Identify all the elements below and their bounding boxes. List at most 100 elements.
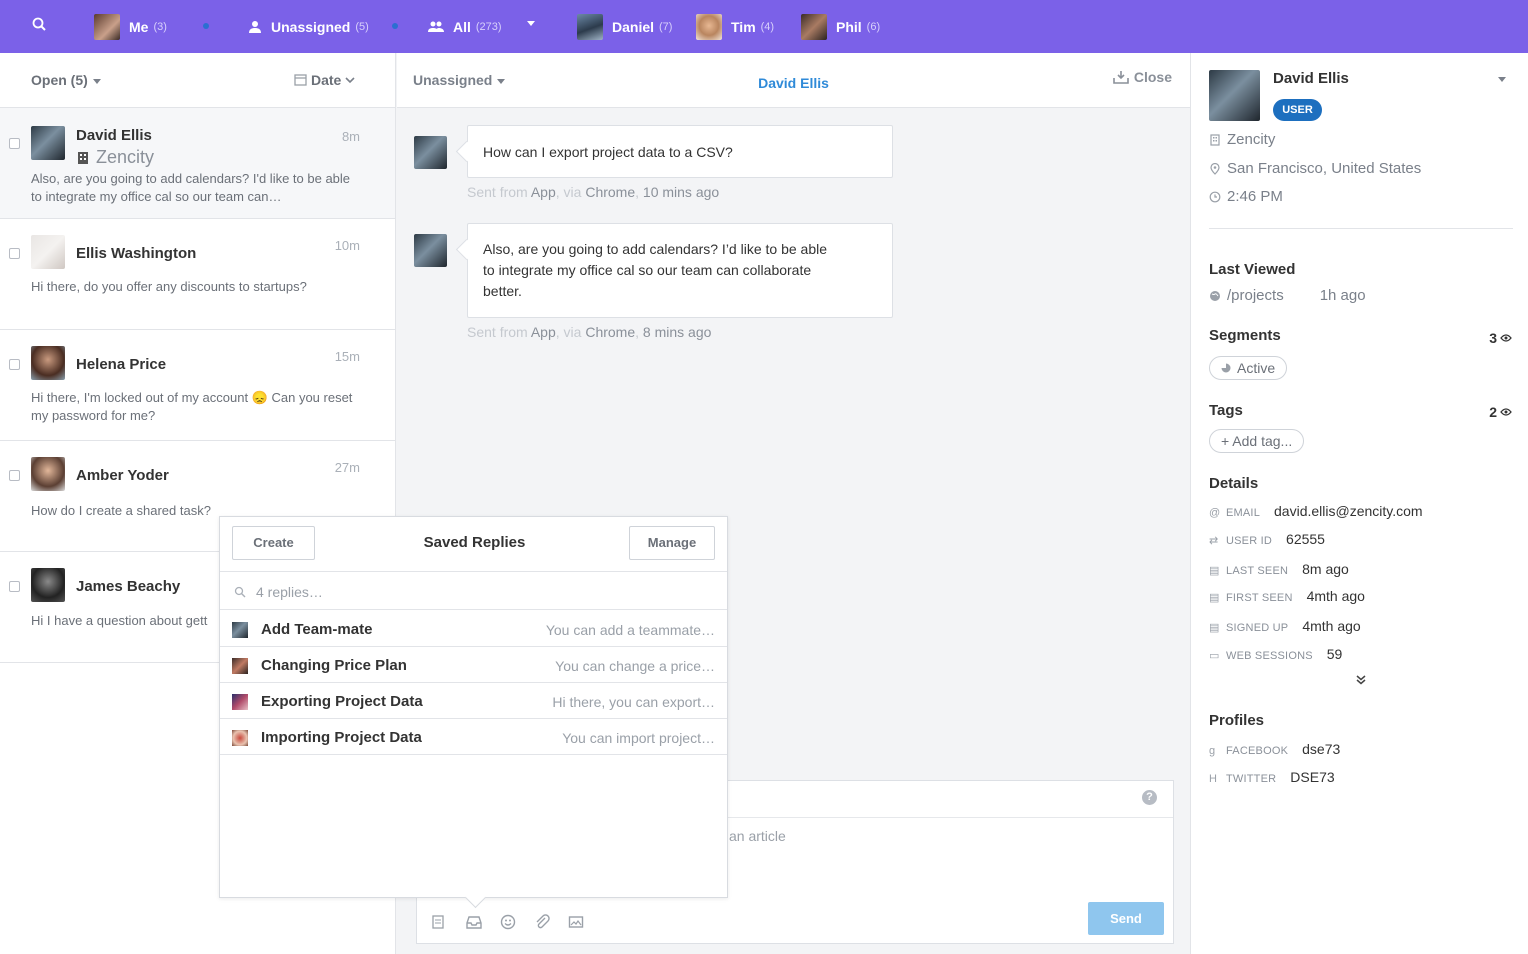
- conversation-time: 15m: [334, 349, 360, 364]
- detail-value: david.ellis@zencity.com: [1274, 503, 1423, 519]
- saved-reply-item[interactable]: Changing Price Plan You can change a pri…: [220, 647, 727, 683]
- tab-all[interactable]: All (273): [428, 0, 502, 53]
- status-filter-label: Open (5): [31, 72, 88, 88]
- section-title: Tags: [1209, 402, 1243, 419]
- avatar: [801, 13, 827, 40]
- meta-browser: Chrome: [585, 184, 636, 200]
- segment-pill[interactable]: Active: [1209, 356, 1288, 380]
- send-button[interactable]: Send: [1088, 902, 1164, 935]
- last-viewed-time: 1h ago: [1319, 287, 1366, 304]
- composer-input[interactable]: an article: [729, 828, 786, 844]
- tab-all-count: (273): [475, 20, 502, 33]
- avatar: [232, 622, 248, 638]
- message-meta: Sent from App, via Chrome, 10 mins ago: [467, 184, 720, 200]
- reply-search-input[interactable]: 4 replies…: [256, 584, 323, 600]
- user-local-time: 2:46 PM: [1209, 188, 1283, 205]
- conversation-time: 27m: [334, 460, 360, 475]
- avatar: [577, 13, 603, 40]
- count-value: 3: [1489, 330, 1497, 346]
- status-filter-dropdown[interactable]: Open (5): [31, 72, 101, 88]
- search-icon[interactable]: [30, 15, 50, 35]
- detail-value: 4mth ago: [1306, 588, 1365, 604]
- saved-reply-item[interactable]: Exporting Project Data Hi there, you can…: [220, 683, 727, 719]
- profile-row-facebook[interactable]: g FACEBOOK dse73: [1209, 741, 1340, 757]
- avatar: [31, 568, 65, 602]
- saved-reply-item[interactable]: Add Team-mate You can add a teammate…: [220, 611, 727, 647]
- clock-icon: [1209, 191, 1221, 202]
- company-name: Zencity: [96, 147, 155, 167]
- conversation-item[interactable]: David Ellis 8m Zencity Also, are you goi…: [0, 108, 395, 219]
- detail-row-user-id: ⇄ USER ID 62555: [1209, 531, 1325, 547]
- company-name: Zencity: [1227, 131, 1276, 148]
- reply-search[interactable]: 4 replies…: [220, 571, 727, 610]
- close-label: Close: [1133, 69, 1172, 85]
- select-checkbox[interactable]: [9, 138, 20, 149]
- pie-icon: [1221, 363, 1231, 373]
- select-checkbox[interactable]: [9, 248, 20, 259]
- avatar: [232, 730, 248, 746]
- avatar: [1209, 70, 1260, 121]
- avatar: [31, 457, 65, 491]
- profile-value: DSE73: [1290, 769, 1335, 785]
- tab-me-label: Me: [129, 18, 149, 35]
- meta-browser: Chrome: [585, 324, 636, 340]
- attachment-icon[interactable]: [534, 914, 552, 932]
- detail-value: 8m ago: [1302, 561, 1349, 577]
- chevron-down-icon: [345, 77, 355, 84]
- meta-time: 8 mins ago: [642, 324, 712, 340]
- message-bubble: Also, are you going to add calendars? I’…: [467, 223, 893, 318]
- segments-count: 3: [1489, 330, 1512, 346]
- tab-teammate-daniel[interactable]: Daniel (7): [577, 0, 672, 53]
- conversation-item[interactable]: Helena Price 15m Hi there, I'm locked ou…: [0, 330, 395, 441]
- conversation-preview: Hi there, I'm locked out of my account 😞…: [31, 390, 353, 423]
- conversation-title[interactable]: David Ellis: [397, 75, 1190, 91]
- chevron-down-icon[interactable]: [527, 21, 535, 26]
- profile-row-twitter[interactable]: H TWITTER DSE73: [1209, 769, 1335, 785]
- tab-unassigned-label: Unassigned: [271, 18, 351, 35]
- note-icon[interactable]: [431, 914, 449, 932]
- saved-reply-preview: You can add a teammate…: [545, 622, 715, 638]
- manage-replies-button[interactable]: Manage: [629, 526, 715, 560]
- tab-unassigned-count: (5): [355, 20, 369, 33]
- saved-reply-item[interactable]: Importing Project Data You can import pr…: [220, 719, 727, 755]
- saved-replies-icon[interactable]: [465, 914, 483, 932]
- section-title: Details: [1209, 475, 1259, 492]
- tab-me[interactable]: Me (3): [94, 0, 167, 53]
- message-bubble: How can I export project data to a CSV?: [467, 125, 893, 178]
- tab-teammate-tim[interactable]: Tim (4): [696, 0, 774, 53]
- profile-label: FACEBOOK: [1226, 745, 1289, 757]
- chevron-down-icon[interactable]: [1498, 77, 1506, 82]
- select-checkbox[interactable]: [9, 359, 20, 370]
- conversation-header: Unassigned David Ellis Close: [397, 53, 1190, 108]
- meta-app: App: [530, 184, 556, 200]
- image-icon[interactable]: [568, 914, 586, 932]
- add-tag-button[interactable]: + Add tag...: [1209, 429, 1305, 453]
- help-icon[interactable]: ?: [1142, 790, 1157, 805]
- conversation-name: James Beachy: [76, 578, 181, 595]
- close-conversation-button[interactable]: Close: [1113, 69, 1172, 85]
- emoji-icon[interactable]: [500, 914, 518, 932]
- teammate-count: (4): [760, 20, 775, 33]
- meta-sent: Sent from: [467, 184, 528, 200]
- conversation-item[interactable]: Ellis Washington 10m Hi there, do you of…: [0, 219, 395, 330]
- tags-count: 2: [1489, 404, 1512, 420]
- tab-unassigned[interactable]: Unassigned (5): [248, 0, 369, 53]
- select-checkbox[interactable]: [9, 581, 20, 592]
- expand-details-icon[interactable]: [1356, 674, 1366, 688]
- detail-row-last-seen: ▤ LAST SEEN 8m ago: [1209, 561, 1349, 577]
- location-pin-icon: [1210, 162, 1220, 175]
- user-role-badge: USER: [1273, 99, 1322, 121]
- tab-teammate-phil[interactable]: Phil (6): [801, 0, 880, 53]
- facebook-icon: g: [1209, 745, 1216, 757]
- teammate-label: Phil: [836, 18, 862, 35]
- last-viewed-page[interactable]: /projects: [1227, 287, 1284, 304]
- sort-dropdown[interactable]: Date: [294, 72, 355, 88]
- section-title: Profiles: [1209, 712, 1265, 729]
- conversation-list-header: Open (5) Date: [0, 53, 395, 108]
- select-checkbox[interactable]: [9, 470, 20, 481]
- user-location: San Francisco, United States: [1209, 160, 1421, 177]
- message-meta: Sent from App, via Chrome, 8 mins ago: [467, 324, 712, 340]
- conversation-name: David Ellis: [76, 127, 152, 144]
- teammate-count: (7): [659, 20, 673, 33]
- saved-replies-popup: Create Saved Replies Manage 4 replies… A…: [219, 516, 728, 898]
